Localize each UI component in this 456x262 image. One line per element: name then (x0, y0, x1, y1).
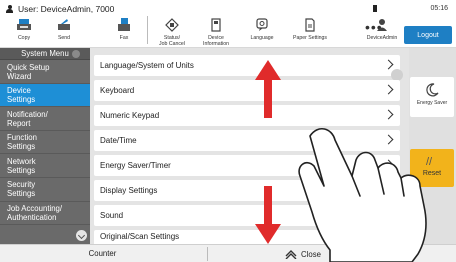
list-item-label: Keyboard (100, 86, 135, 95)
list-item-label: Energy Saver/Timer (100, 161, 171, 170)
list-item-keyboard[interactable]: Keyboard (94, 80, 400, 101)
list-item-label: Original/Scan Settings (100, 232, 180, 241)
toolbar-divider (147, 16, 148, 44)
energy-saver-button[interactable]: Energy Saver (410, 77, 454, 117)
list-item-label: Numeric Keypad (100, 111, 160, 120)
chevron-right-icon (383, 134, 394, 145)
list-item-energy-saver-timer[interactable]: Energy Saver/Timer (94, 155, 400, 176)
person-icon (6, 4, 13, 14)
status-icon-indicator (373, 5, 377, 12)
close-button[interactable]: Close (285, 245, 321, 262)
chevron-right-icon (383, 109, 394, 120)
send-icon (58, 19, 70, 30)
system-menu-title: System Menu (0, 48, 90, 60)
send-label: Send (57, 35, 71, 41)
status-job-cancel-label: Status/ Job Cancel (159, 35, 185, 47)
language-button[interactable]: Language (242, 14, 282, 48)
user-indicator: User: DeviceAdmin, 7000 (6, 4, 114, 14)
scroll-up-icon[interactable] (72, 50, 80, 58)
chevron-right-icon (383, 59, 394, 70)
user-label: User: DeviceAdmin, 7000 (18, 4, 115, 14)
list-item-date-time[interactable]: Date/Time (94, 130, 400, 151)
device-info-icon (211, 18, 221, 32)
reset-label: Reset (422, 170, 442, 177)
chevron-right-icon (383, 84, 394, 95)
fax-button[interactable]: Fax (104, 14, 144, 48)
device-information-button[interactable]: Device Information (196, 14, 236, 48)
logout-button[interactable]: Logout (404, 26, 452, 44)
close-label: Close (301, 249, 321, 259)
clock: 05:16 (430, 5, 448, 12)
paper-settings-button[interactable]: Paper Settings (286, 14, 334, 48)
chevron-up-icon (285, 249, 297, 259)
list-item-label: Display Settings (100, 186, 158, 195)
list-item-label: Date/Time (100, 136, 137, 145)
sidebar-item-job-accounting-authentication[interactable]: Job Accounting/ Authentication (0, 202, 90, 226)
list-item-sound[interactable]: Sound (94, 205, 400, 226)
list-item-label: Language/System of Units (100, 61, 194, 70)
reset-icon: // (426, 156, 433, 168)
paper-settings-label: Paper Settings (292, 35, 328, 41)
copy-icon (17, 19, 31, 30)
copy-label: Copy (17, 35, 31, 41)
chevron-right-icon (383, 159, 394, 170)
status-job-cancel-button[interactable]: Status/ Job Cancel (152, 14, 192, 48)
system-menu-sidebar: System Menu Quick Setup Wizard Device Se… (0, 48, 90, 244)
sidebar-item-network-settings[interactable]: Network Settings (0, 154, 90, 178)
device-admin-button[interactable]: DeviceAdmin (360, 14, 404, 48)
device-information-label: Device Information (203, 35, 229, 47)
energy-saver-label: Energy Saver (416, 100, 448, 106)
list-item-language-system-of-units[interactable]: Language/System of Units (94, 55, 400, 76)
device-admin-label: DeviceAdmin (366, 35, 398, 41)
status-icon (165, 18, 179, 32)
sidebar-item-notification-report[interactable]: Notification/ Report (0, 107, 90, 131)
user-icon (377, 19, 387, 31)
settings-list: Language/System of Units Keyboard Numeri… (90, 48, 409, 244)
list-item-numeric-keypad[interactable]: Numeric Keypad (94, 105, 400, 126)
paper-settings-icon (305, 18, 315, 32)
list-item-label: Sound (100, 211, 124, 220)
top-bar: User: DeviceAdmin, 7000 05:16 Copy Send … (0, 0, 456, 48)
list-item-display-settings[interactable]: Display Settings (94, 180, 400, 201)
sidebar-item-quick-setup-wizard[interactable]: Quick Setup Wizard (0, 60, 90, 84)
chevron-right-icon (383, 209, 394, 220)
fax-label: Fax (119, 35, 129, 41)
reset-button[interactable]: // Reset (410, 149, 454, 187)
scroll-down-icon[interactable] (76, 230, 87, 241)
fax-icon (118, 18, 130, 31)
language-icon (256, 18, 268, 31)
bottom-bar: Counter Close (0, 244, 456, 262)
sidebar-item-device-settings[interactable]: Device Settings (0, 83, 90, 108)
copy-button[interactable]: Copy (4, 14, 44, 48)
language-label: Language (250, 35, 274, 41)
counter-button[interactable]: Counter (0, 245, 205, 262)
chevron-right-icon (383, 184, 394, 195)
moon-icon (426, 83, 439, 97)
bottom-divider (207, 247, 208, 261)
list-item-original-scan-settings[interactable]: Original/Scan Settings (94, 230, 400, 244)
send-button[interactable]: Send (44, 14, 84, 48)
sidebar-item-security-settings[interactable]: Security Settings (0, 178, 90, 202)
sidebar-item-function-settings[interactable]: Function Settings (0, 131, 90, 155)
system-menu-label: System Menu (21, 49, 69, 58)
